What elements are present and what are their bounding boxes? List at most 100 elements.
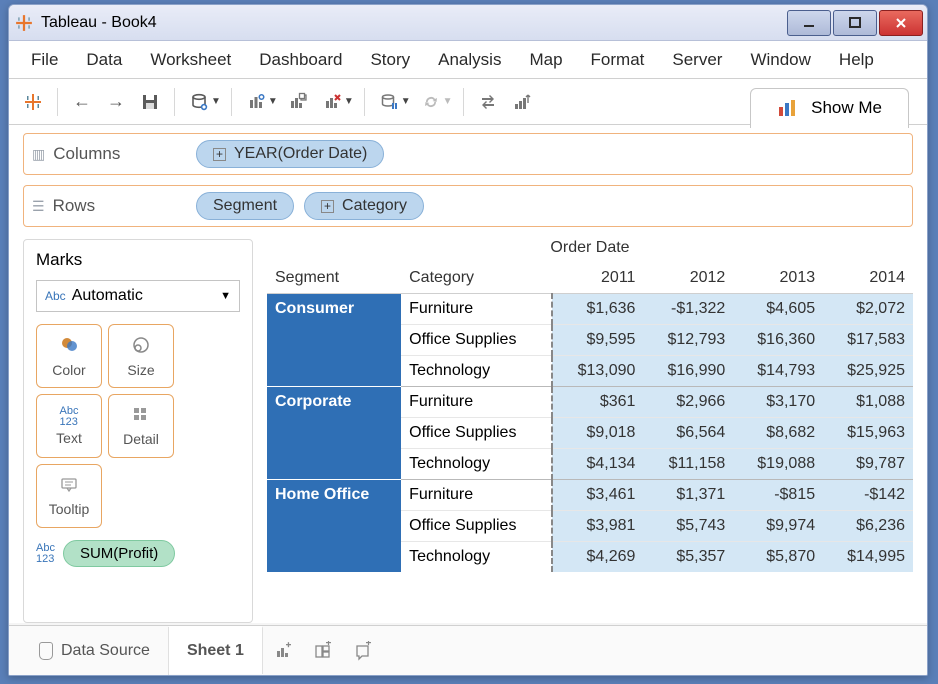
new-worksheet-tab[interactable]	[263, 627, 303, 675]
measure-pill[interactable]: SUM(Profit)	[63, 540, 175, 567]
autoupdate-button[interactable]	[375, 87, 403, 117]
mark-card-color[interactable]: Color	[36, 324, 102, 388]
value-cell[interactable]: $13,090	[552, 356, 643, 387]
menu-file[interactable]: File	[19, 44, 70, 76]
menu-window[interactable]: Window	[738, 44, 822, 76]
mark-card-text[interactable]: Abc123Text	[36, 394, 102, 458]
rows-shelf[interactable]: ☰ Rows Segment+Category	[23, 185, 913, 227]
menu-dashboard[interactable]: Dashboard	[247, 44, 354, 76]
category-cell[interactable]: Office Supplies	[401, 325, 552, 356]
close-button[interactable]	[879, 10, 923, 36]
mark-card-detail[interactable]: Detail	[108, 394, 174, 458]
refresh-button[interactable]	[417, 87, 445, 117]
category-cell[interactable]: Office Supplies	[401, 511, 552, 542]
header-year-2013[interactable]: 2013	[733, 263, 823, 294]
category-cell[interactable]: Technology	[401, 356, 552, 387]
category-cell[interactable]: Furniture	[401, 387, 552, 418]
value-cell[interactable]: $5,743	[643, 511, 733, 542]
value-cell[interactable]: $9,595	[552, 325, 643, 356]
value-cell[interactable]: $4,605	[733, 294, 823, 325]
value-cell[interactable]: $9,787	[823, 449, 913, 480]
value-cell[interactable]: $5,870	[733, 542, 823, 573]
minimize-button[interactable]	[787, 10, 831, 36]
header-year-2012[interactable]: 2012	[643, 263, 733, 294]
new-worksheet-button[interactable]	[242, 87, 270, 117]
save-button[interactable]	[136, 87, 164, 117]
show-me-button[interactable]: Show Me	[750, 88, 909, 128]
category-cell[interactable]: Technology	[401, 542, 552, 573]
segment-corporate[interactable]: Corporate	[267, 387, 401, 480]
value-cell[interactable]: $14,793	[733, 356, 823, 387]
value-cell[interactable]: $361	[552, 387, 643, 418]
menu-data[interactable]: Data	[74, 44, 134, 76]
category-cell[interactable]: Technology	[401, 449, 552, 480]
abc-icon: Abc	[45, 289, 66, 303]
menu-server[interactable]: Server	[660, 44, 734, 76]
category-cell[interactable]: Office Supplies	[401, 418, 552, 449]
menu-help[interactable]: Help	[827, 44, 886, 76]
value-cell[interactable]: $19,088	[733, 449, 823, 480]
value-cell[interactable]: $3,170	[733, 387, 823, 418]
value-cell[interactable]: $14,995	[823, 542, 913, 573]
value-cell[interactable]: $9,974	[733, 511, 823, 542]
value-cell[interactable]: $25,925	[823, 356, 913, 387]
mark-card-size[interactable]: Size	[108, 324, 174, 388]
forward-button[interactable]: →	[102, 87, 130, 117]
menu-worksheet[interactable]: Worksheet	[138, 44, 243, 76]
header-segment[interactable]: Segment	[267, 263, 401, 294]
value-cell[interactable]: $6,564	[643, 418, 733, 449]
value-cell[interactable]: $17,583	[823, 325, 913, 356]
menu-format[interactable]: Format	[579, 44, 657, 76]
value-cell[interactable]: $9,018	[552, 418, 643, 449]
category-cell[interactable]: Furniture	[401, 480, 552, 511]
value-cell[interactable]: $15,963	[823, 418, 913, 449]
mark-card-tooltip[interactable]: Tooltip	[36, 464, 102, 528]
segment-home-office[interactable]: Home Office	[267, 480, 401, 573]
maximize-button[interactable]	[833, 10, 877, 36]
swap-button[interactable]	[474, 87, 502, 117]
header-year-2014[interactable]: 2014	[823, 263, 913, 294]
mark-type-dropdown[interactable]: Abc Automatic ▼	[36, 280, 240, 312]
value-cell[interactable]: $1,371	[643, 480, 733, 511]
value-cell[interactable]: $16,360	[733, 325, 823, 356]
menu-analysis[interactable]: Analysis	[426, 44, 513, 76]
pill-year-order-date-[interactable]: +YEAR(Order Date)	[196, 140, 384, 168]
value-cell[interactable]: $4,269	[552, 542, 643, 573]
value-cell[interactable]: $16,990	[643, 356, 733, 387]
datasource-button[interactable]	[185, 87, 213, 117]
expand-icon: +	[321, 200, 334, 213]
value-cell[interactable]: -$815	[733, 480, 823, 511]
value-cell[interactable]: $6,236	[823, 511, 913, 542]
category-cell[interactable]: Furniture	[401, 294, 552, 325]
sort-asc-button[interactable]	[508, 87, 536, 117]
menu-story[interactable]: Story	[358, 44, 422, 76]
value-cell[interactable]: -$1,322	[643, 294, 733, 325]
header-category[interactable]: Category	[401, 263, 552, 294]
value-cell[interactable]: $3,981	[552, 511, 643, 542]
tab-sheet-1[interactable]: Sheet 1	[169, 626, 263, 674]
pill-category[interactable]: +Category	[304, 192, 424, 220]
new-story-tab[interactable]	[343, 627, 383, 675]
value-cell[interactable]: $2,072	[823, 294, 913, 325]
value-cell[interactable]: $8,682	[733, 418, 823, 449]
back-button[interactable]: ←	[68, 87, 96, 117]
value-cell[interactable]: $12,793	[643, 325, 733, 356]
tableau-logo-icon[interactable]	[19, 87, 47, 117]
pill-segment[interactable]: Segment	[196, 192, 294, 220]
tab-data-source[interactable]: Data Source	[21, 627, 169, 675]
value-cell[interactable]: $1,636	[552, 294, 643, 325]
value-cell[interactable]: $4,134	[552, 449, 643, 480]
value-cell[interactable]: $5,357	[643, 542, 733, 573]
clear-sheet-button[interactable]	[318, 87, 346, 117]
header-year-2011[interactable]: 2011	[552, 263, 643, 294]
value-cell[interactable]: $2,966	[643, 387, 733, 418]
value-cell[interactable]: $1,088	[823, 387, 913, 418]
value-cell[interactable]: $11,158	[643, 449, 733, 480]
duplicate-sheet-button[interactable]	[284, 87, 312, 117]
menu-map[interactable]: Map	[517, 44, 574, 76]
segment-consumer[interactable]: Consumer	[267, 294, 401, 387]
value-cell[interactable]: $3,461	[552, 480, 643, 511]
new-dashboard-tab[interactable]	[303, 627, 343, 675]
value-cell[interactable]: -$142	[823, 480, 913, 511]
columns-shelf[interactable]: ▥ Columns +YEAR(Order Date)	[23, 133, 913, 175]
